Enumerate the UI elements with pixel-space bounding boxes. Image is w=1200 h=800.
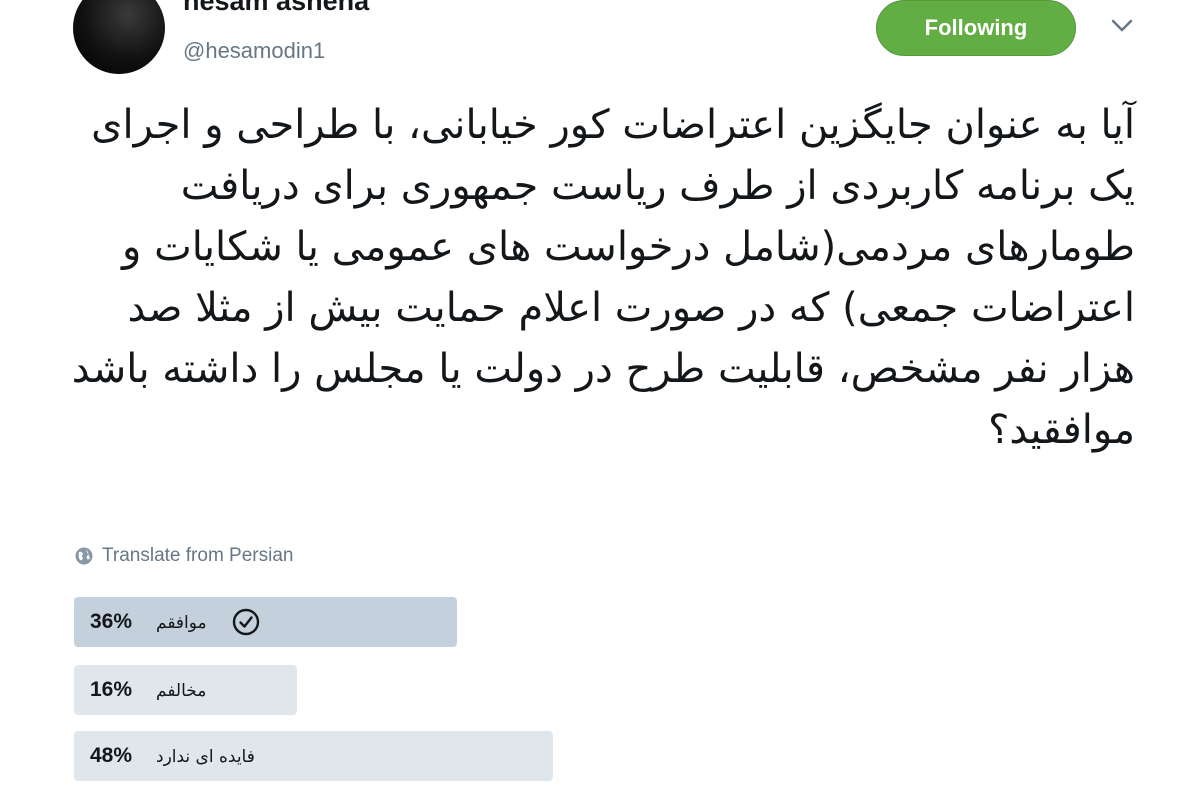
poll-percent: 16% [90, 678, 133, 701]
author-name[interactable]: hesam ashena [183, 0, 369, 17]
poll-option-label: مخالفم [156, 681, 207, 701]
tweet-text: آیا به عنوان جایگزین اعتراضات کور خیابان… [71, 102, 1135, 453]
poll-bar [74, 731, 553, 781]
translate-label: Translate from Persian [102, 545, 294, 566]
check-circle-icon [232, 608, 260, 636]
poll-option[interactable]: 16% مخالفم [74, 665, 674, 715]
avatar[interactable] [73, 0, 165, 74]
poll-option-label: موافقم [156, 613, 207, 633]
author-handle[interactable]: @hesamodin1 [183, 38, 325, 64]
translate-link[interactable]: Translate from Persian [74, 545, 293, 567]
chevron-down-icon[interactable] [1108, 12, 1136, 40]
poll-option[interactable]: 48% فایده ای ندارد [74, 731, 674, 781]
following-button[interactable]: Following [876, 0, 1076, 56]
globe-icon [75, 547, 93, 565]
poll-option-label: فایده ای ندارد [156, 747, 255, 767]
poll-percent: 36% [90, 610, 133, 633]
poll-option[interactable]: 36% موافقم [74, 597, 674, 647]
poll-percent: 48% [90, 744, 133, 767]
